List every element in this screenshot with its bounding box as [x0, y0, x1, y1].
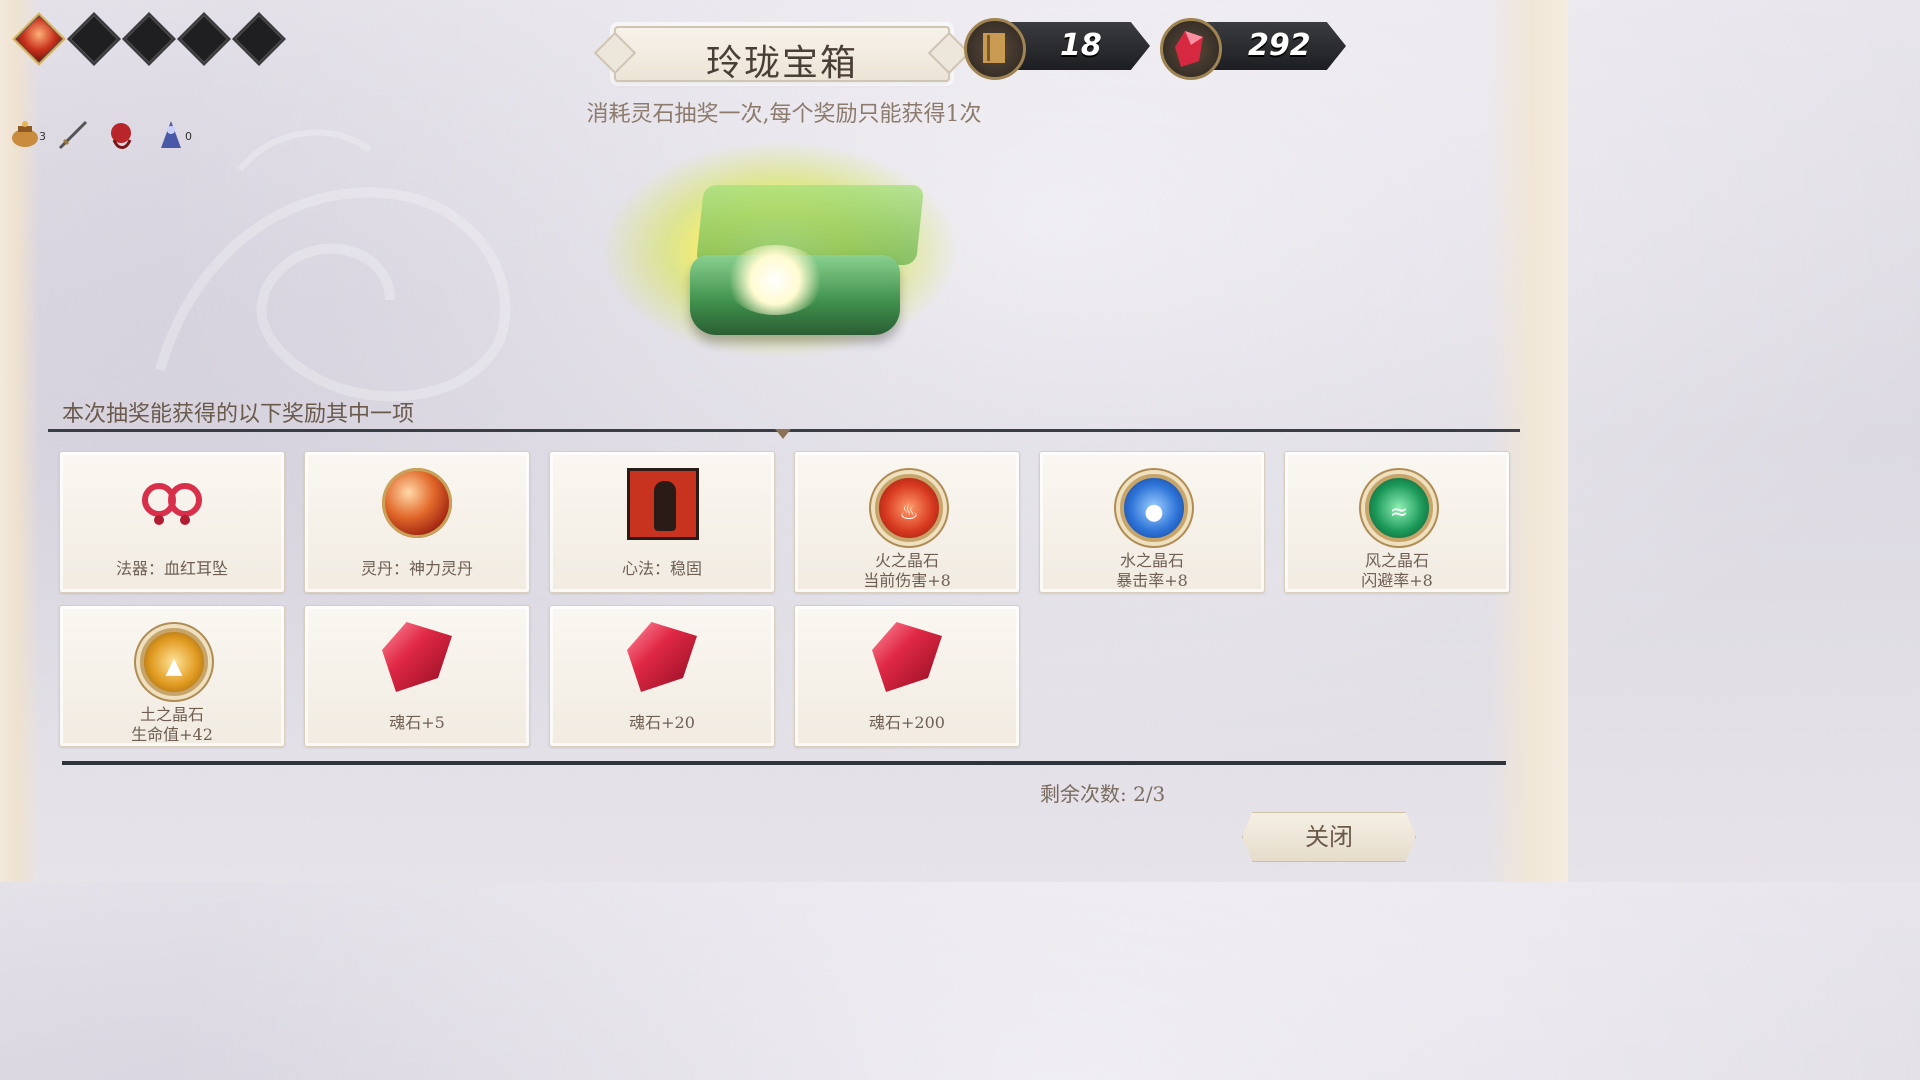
progress-diamond-2 — [67, 12, 121, 66]
rewards-label: 本次抽奖能获得的以下奖励其中一项 — [62, 402, 415, 427]
wind-crystal-icon: ≈ — [1365, 474, 1433, 542]
progress-diamond-3 — [122, 12, 176, 66]
reward-name: 土之晶石 — [139, 705, 204, 724]
book-count: 18 — [1060, 28, 1102, 63]
earring-icon — [137, 468, 207, 538]
reward-name: 心法：稳固 — [621, 559, 702, 578]
reward-stat: 当前伤害+8 — [863, 571, 951, 590]
close-button[interactable]: 关闭 — [1242, 812, 1416, 862]
reward-card[interactable]: 魂石+20 — [549, 605, 775, 747]
reward-name: 法器：血红耳坠 — [115, 559, 228, 578]
reward-name: 魂石+5 — [389, 713, 445, 732]
mantra-scroll-icon — [627, 468, 699, 540]
reward-name: 水之晶石 — [1119, 551, 1184, 570]
reward-stat: 暴击率+8 — [1116, 571, 1188, 590]
reward-card[interactable]: ≈ 风之晶石 闪避率+8 — [1284, 451, 1510, 593]
soul-stone-icon — [627, 622, 697, 692]
reward-card[interactable]: 灵丹：神力灵丹 — [304, 451, 530, 593]
chest-lid — [695, 185, 925, 265]
chest-light — [725, 245, 825, 315]
reward-name: 灵丹：神力灵丹 — [360, 559, 473, 578]
soul-stone-icon — [382, 622, 452, 692]
title-banner: 玲珑宝箱 — [593, 26, 971, 84]
soul-stone-icon — [872, 622, 942, 692]
reward-card[interactable]: ▲ 土之晶石 生命值+42 — [59, 605, 285, 747]
reward-card[interactable]: 魂石+5 — [304, 605, 530, 747]
reward-name: 魂石+200 — [869, 713, 945, 732]
fire-crystal-icon: ♨ — [875, 474, 943, 542]
reward-name: 风之晶石 — [1364, 551, 1429, 570]
soul-stone-icon — [1160, 18, 1222, 80]
reward-name: 魂石+20 — [629, 713, 695, 732]
reward-stat: 生命值+42 — [131, 725, 213, 744]
divider-marker — [775, 429, 791, 439]
reward-card[interactable]: ● 水之晶石 暴击率+8 — [1039, 451, 1265, 593]
page-title: 玲珑宝箱 — [705, 43, 858, 84]
remaining-count: 剩余次数: 2/3 — [1040, 782, 1166, 806]
reward-card[interactable]: ♨ 火之晶石 当前伤害+8 — [794, 451, 1020, 593]
progress-diamond-4 — [177, 12, 231, 66]
reward-stat: 闪避率+8 — [1361, 571, 1433, 590]
soul-stone-count: 292 — [1248, 28, 1311, 63]
right-curtain — [1488, 0, 1568, 882]
earth-crystal-icon: ▲ — [140, 628, 208, 696]
reward-card[interactable]: 魂石+200 — [794, 605, 1020, 747]
red-pill-icon — [382, 468, 452, 538]
reward-card[interactable]: 心法：稳固 — [549, 451, 775, 593]
reward-card[interactable]: 法器：血红耳坠 — [59, 451, 285, 593]
progress-diamond-5 — [232, 12, 286, 66]
book-icon — [964, 18, 1026, 80]
subtitle: 消耗灵石抽奖一次,每个奖励只能获得1次 — [586, 102, 982, 127]
water-crystal-icon: ● — [1120, 474, 1188, 542]
divider-bottom — [62, 761, 1506, 765]
reward-name: 火之晶石 — [874, 551, 939, 570]
dragon-watermark — [155, 129, 511, 402]
